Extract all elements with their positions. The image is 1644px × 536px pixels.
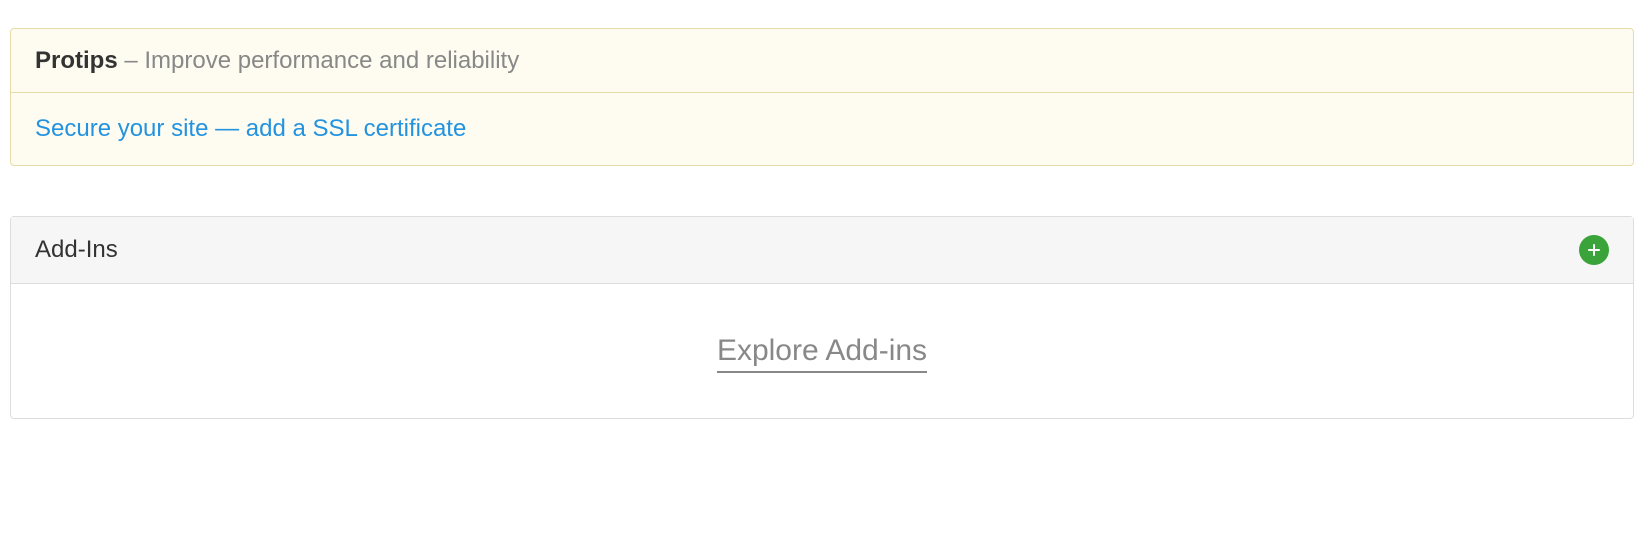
protips-panel: Protips – Improve performance and reliab…: [10, 28, 1634, 166]
protips-body: Secure your site — add a SSL certificate: [11, 93, 1633, 165]
explore-addins-link[interactable]: Explore Add-ins: [717, 334, 927, 373]
addins-title: Add-Ins: [35, 236, 118, 264]
addins-body: Explore Add-ins: [11, 284, 1633, 418]
protips-header: Protips – Improve performance and reliab…: [11, 29, 1633, 93]
protips-title: Protips: [35, 47, 118, 74]
ssl-certificate-link[interactable]: Secure your site — add a SSL certificate: [35, 115, 466, 142]
addins-panel: Add-Ins Explore Add-ins: [10, 216, 1634, 419]
protips-separator: –: [118, 47, 145, 74]
protips-subtitle: Improve performance and reliability: [144, 47, 519, 74]
addins-header: Add-Ins: [11, 217, 1633, 284]
add-addin-button[interactable]: [1579, 235, 1609, 265]
plus-icon: [1586, 242, 1602, 258]
